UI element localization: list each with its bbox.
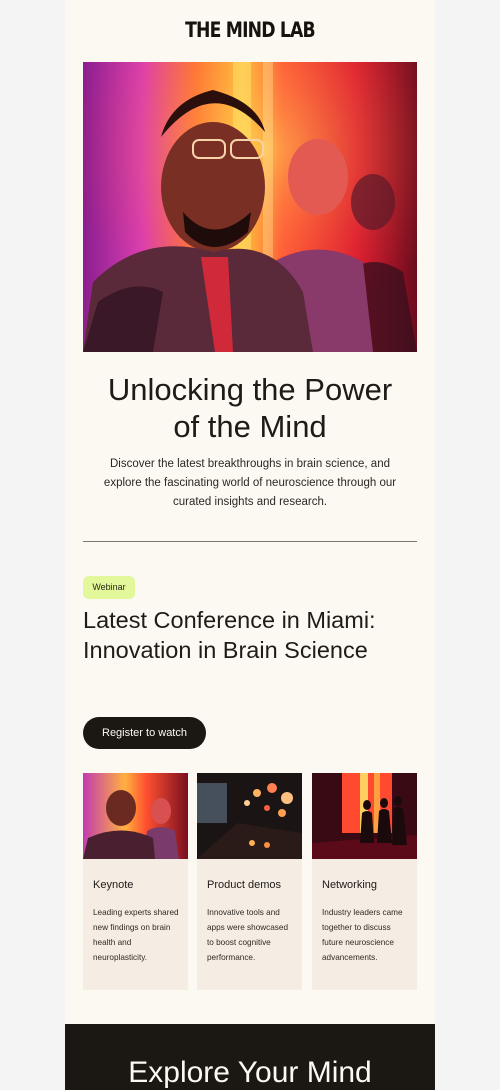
product-demos-image bbox=[197, 773, 302, 859]
card-title: Keynote bbox=[93, 879, 134, 891]
hero-title-line: of the Mind bbox=[173, 409, 327, 444]
conference-title-line: Innovation in Brain Science bbox=[83, 637, 368, 663]
conference-title: Latest Conference in Miami: Innovation i… bbox=[83, 605, 423, 665]
conference-title-line: Latest Conference in Miami: bbox=[83, 607, 376, 633]
card-title: Networking bbox=[322, 879, 378, 891]
card-description: Innovative tools and apps were showcased… bbox=[207, 908, 289, 962]
hero-description: Discover the latest breakthroughs in bra… bbox=[103, 458, 397, 508]
keynote-image bbox=[83, 773, 188, 859]
footer-title: Explore Your Mind bbox=[128, 1056, 372, 1089]
card-keynote[interactable]: Keynote Leading experts shared new findi… bbox=[83, 773, 188, 990]
webinar-badge: Webinar bbox=[83, 576, 135, 599]
networking-image bbox=[312, 773, 417, 859]
card-description: Industry leaders came together to discus… bbox=[322, 908, 403, 962]
card-title: Product demos bbox=[207, 879, 281, 891]
register-button[interactable]: Register to watch bbox=[83, 717, 206, 749]
footer-section: Explore Your Mind bbox=[65, 1024, 435, 1090]
hero-photo bbox=[83, 62, 417, 352]
card-description: Leading experts shared new findings on b… bbox=[93, 908, 179, 962]
hero-title: Unlocking the Power of the Mind bbox=[65, 371, 435, 445]
section-divider bbox=[83, 541, 417, 542]
card-networking[interactable]: Networking Industry leaders came togethe… bbox=[312, 773, 417, 990]
card-product-demos[interactable]: Product demos Innovative tools and apps … bbox=[197, 773, 302, 990]
email-container: THE MIND LAB Unlocking the Power of the … bbox=[65, 0, 435, 1090]
brand-logo[interactable]: THE MIND LAB bbox=[98, 18, 401, 42]
hero-title-line: Unlocking the Power bbox=[107, 372, 393, 407]
hero-image bbox=[83, 62, 417, 352]
